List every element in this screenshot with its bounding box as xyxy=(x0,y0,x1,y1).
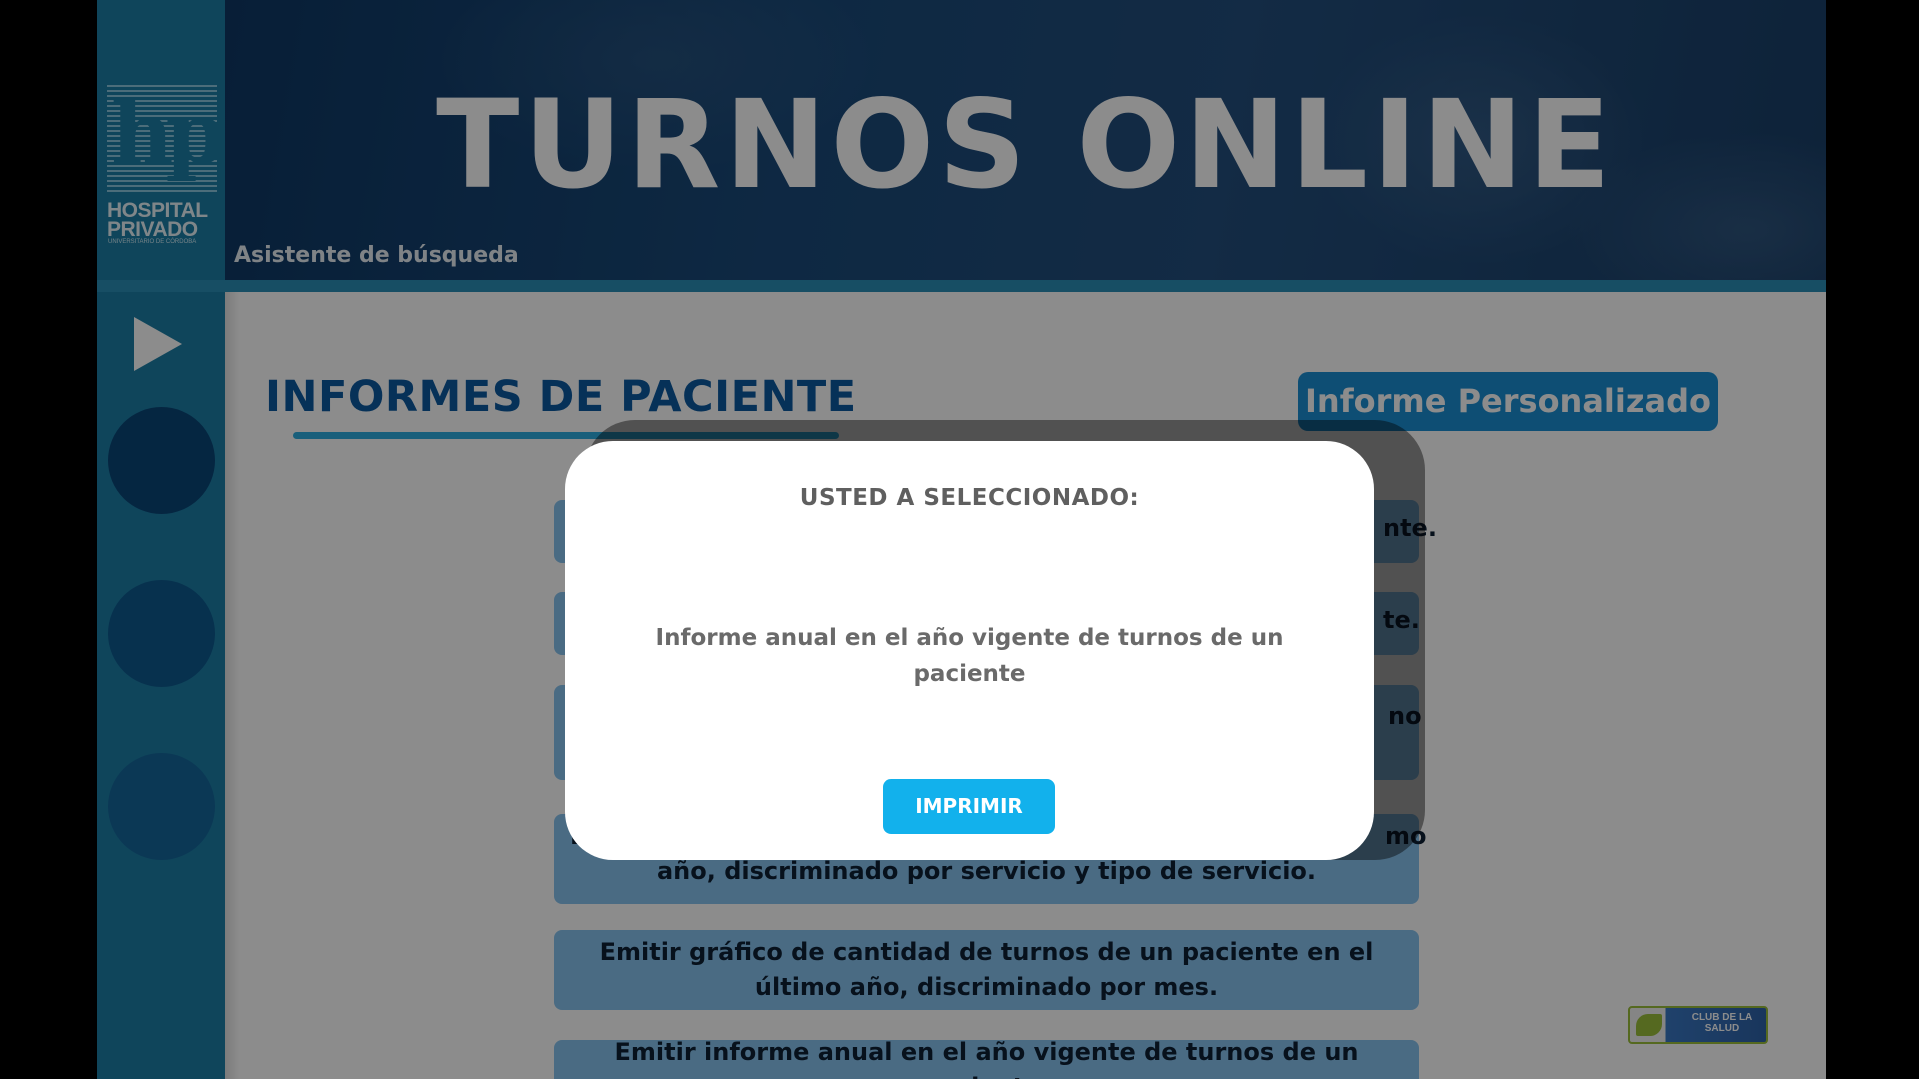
selected-report-text: Informe anual en el año vigente de turno… xyxy=(655,625,1284,687)
print-button[interactable]: IMPRIMIR xyxy=(883,779,1055,834)
app-window: TURNOS ONLINE Asistente de búsqueda hp H… xyxy=(97,0,1826,1079)
dialog-heading: USTED A SELECCIONADO: xyxy=(799,485,1140,511)
selection-dialog: USTED A SELECCIONADO: Informe anual en e… xyxy=(565,441,1374,860)
